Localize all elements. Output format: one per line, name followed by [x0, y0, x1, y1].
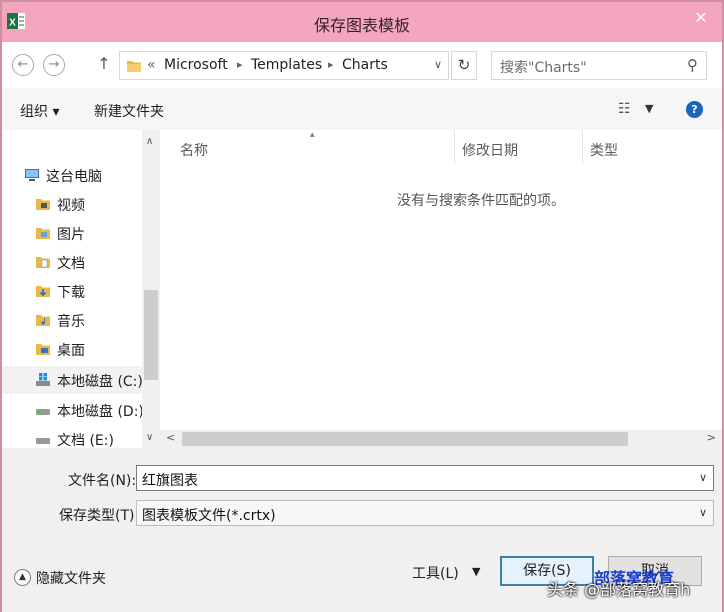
- column-divider[interactable]: [454, 130, 455, 164]
- sidebar-item-label: 下载: [57, 285, 85, 301]
- sidebar-item-label: 视频: [57, 198, 85, 214]
- search-icon[interactable]: ⚲: [687, 56, 698, 74]
- address-dropdown-icon[interactable]: ∨: [434, 58, 442, 71]
- folder-downloads-icon: [36, 286, 50, 297]
- view-options-icon[interactable]: ☷: [618, 101, 631, 117]
- sidebar-item-label: 本地磁盘 (C:): [57, 374, 142, 390]
- refresh-button[interactable]: ↻: [451, 51, 477, 80]
- save-chart-template-dialog: X 保存图表模板 ✕ ← → ↑ « Microsoft ▸ Templates…: [0, 0, 724, 612]
- sidebar-item-downloads[interactable]: 下载: [2, 277, 142, 305]
- column-divider[interactable]: [582, 130, 583, 164]
- navigation-bar: ← → ↑ « Microsoft ▸ Templates ▸ Charts ∨…: [2, 42, 722, 86]
- sidebar-item-documents[interactable]: 文档: [2, 248, 142, 276]
- filename-value: 红旗图表: [142, 473, 198, 489]
- scroll-down-icon[interactable]: ∨: [146, 432, 153, 443]
- back-button[interactable]: ←: [12, 54, 34, 76]
- watermark-toutiao: 头条 @部落窝教育h: [547, 580, 691, 599]
- breadcrumb-charts[interactable]: Charts: [342, 57, 388, 73]
- sidebar-item-music[interactable]: 音乐: [2, 306, 142, 334]
- tools-button[interactable]: 工具(L) ▼: [406, 560, 490, 586]
- chevron-up-icon: ▲: [14, 569, 31, 586]
- sidebar-item-this-pc[interactable]: 这台电脑: [2, 161, 142, 189]
- sidebar-item-local-disk-d[interactable]: 本地磁盘 (D:): [2, 396, 142, 424]
- sort-ascending-icon: ▴: [310, 130, 315, 140]
- sidebar-item-documents-e[interactable]: 文档 (E:): [2, 425, 142, 450]
- forward-button[interactable]: →: [43, 54, 65, 76]
- chevron-down-icon[interactable]: ∨: [699, 506, 707, 519]
- computer-icon: [25, 169, 39, 181]
- sidebar-item-label: 音乐: [57, 314, 85, 330]
- sidebar-scrollbar[interactable]: ∧ ∨: [142, 130, 160, 450]
- chevron-down-icon[interactable]: ∨: [699, 471, 707, 484]
- column-header-date-modified[interactable]: 修改日期: [462, 140, 518, 160]
- address-bar[interactable]: « Microsoft ▸ Templates ▸ Charts ∨: [119, 51, 449, 80]
- horizontal-scroll-thumb[interactable]: [182, 432, 628, 446]
- navigation-pane: 这台电脑 视频 图片 文档 下载 音乐 桌面 本地磁盘 (C:) 本地磁盘 (D…: [2, 130, 142, 450]
- breadcrumb-separator-icon[interactable]: ▸: [237, 58, 243, 71]
- sidebar-item-label: 文档 (E:): [57, 433, 114, 449]
- tools-dropdown-icon: ▼: [472, 565, 481, 578]
- sidebar-item-label: 本地磁盘 (D:): [57, 404, 142, 420]
- folder-pictures-icon: [36, 228, 50, 239]
- sidebar-item-label: 桌面: [57, 343, 85, 359]
- windows-drive-icon: [36, 373, 50, 386]
- empty-results-message: 没有与搜索条件匹配的项。: [397, 193, 565, 209]
- sidebar-item-pictures[interactable]: 图片: [2, 219, 142, 247]
- up-button[interactable]: ↑: [94, 54, 114, 76]
- sidebar-item-local-disk-c[interactable]: 本地磁盘 (C:): [2, 366, 142, 394]
- sidebar-scroll-thumb[interactable]: [144, 290, 158, 380]
- sidebar-item-desktop[interactable]: 桌面: [2, 335, 142, 363]
- sidebar-item-label: 图片: [57, 227, 85, 243]
- folder-desktop-icon: [36, 344, 50, 355]
- drive-icon: [36, 438, 50, 444]
- breadcrumb-overflow[interactable]: «: [147, 57, 156, 73]
- sidebar-item-label: 文档: [57, 256, 85, 272]
- view-dropdown-icon[interactable]: ▼: [645, 102, 653, 115]
- tools-label: 工具(L): [412, 566, 459, 582]
- breadcrumb-separator-icon[interactable]: ▸: [328, 58, 334, 71]
- organize-button[interactable]: 组织 ▾: [20, 101, 59, 121]
- breadcrumb-microsoft[interactable]: Microsoft: [164, 57, 228, 73]
- hide-folders-label: 隐藏文件夹: [36, 571, 106, 587]
- help-icon[interactable]: ?: [686, 101, 703, 118]
- sidebar-item-label: 这台电脑: [46, 169, 102, 185]
- search-placeholder: 搜索"Charts": [500, 60, 587, 76]
- scroll-right-icon[interactable]: >: [707, 431, 716, 444]
- scroll-up-icon[interactable]: ∧: [146, 136, 153, 147]
- filename-label: 文件名(N):: [68, 473, 137, 489]
- folder-video-icon: [36, 199, 50, 210]
- toolbar: 组织 ▾ 新建文件夹 ☷ ▼ ?: [2, 88, 722, 130]
- sidebar-item-videos[interactable]: 视频: [2, 190, 142, 218]
- file-list-horizontal-scrollbar[interactable]: < >: [160, 430, 722, 448]
- column-header-type[interactable]: 类型: [590, 140, 618, 160]
- new-folder-button[interactable]: 新建文件夹: [94, 101, 164, 121]
- drive-icon: [36, 409, 50, 415]
- file-list: ▴ 名称 修改日期 类型 没有与搜索条件匹配的项。: [160, 130, 722, 430]
- folder-music-icon: [36, 315, 50, 326]
- filetype-value: 图表模板文件(*.crtx): [142, 508, 276, 524]
- filetype-select[interactable]: 图表模板文件(*.crtx) ∨: [136, 500, 714, 526]
- window-title: 保存图表模板: [313, 16, 410, 35]
- column-header-name[interactable]: 名称: [180, 140, 208, 160]
- breadcrumb-templates[interactable]: Templates: [251, 57, 322, 73]
- scroll-left-icon[interactable]: <: [166, 431, 175, 444]
- title-bar: X 保存图表模板 ✕: [2, 2, 722, 42]
- filetype-label: 保存类型(T):: [59, 508, 140, 524]
- filename-input[interactable]: 红旗图表 ∨: [136, 465, 714, 491]
- folder-icon: [127, 61, 141, 72]
- folder-documents-icon: [36, 257, 50, 268]
- close-button[interactable]: ✕: [688, 6, 714, 30]
- search-input[interactable]: 搜索"Charts" ⚲: [491, 51, 707, 80]
- save-form: 文件名(N): 红旗图表 ∨ 保存类型(T): 图表模板文件(*.crtx) ∨…: [2, 448, 722, 612]
